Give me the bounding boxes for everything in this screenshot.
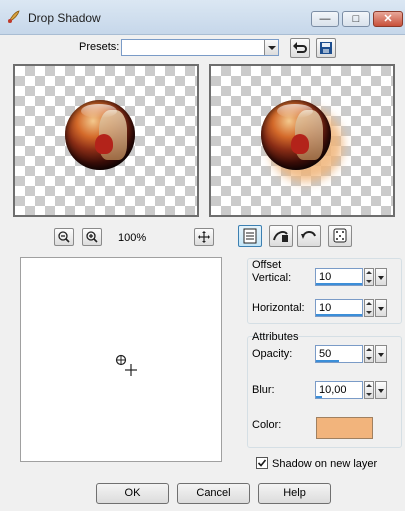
horizontal-label: Horizontal: (252, 302, 305, 314)
color-label: Color: (252, 419, 282, 431)
blur-stepper[interactable]: 10,00 (315, 381, 387, 399)
shadow-on-new-layer-checkbox[interactable] (256, 457, 268, 469)
checkmark-icon (257, 459, 267, 467)
shadowed-image (261, 100, 331, 170)
blur-slider-bar[interactable] (316, 396, 322, 398)
maximize-icon: □ (352, 13, 360, 25)
opacity-stepper[interactable]: 50 (315, 345, 387, 363)
horizontal-stepper[interactable]: 10 (315, 299, 387, 317)
zoom-level: 100% (118, 232, 147, 244)
presets-dropdown[interactable] (121, 39, 279, 56)
save-icon (320, 42, 332, 54)
chevron-down-icon[interactable] (264, 40, 278, 55)
horizontal-spin-icon[interactable] (364, 299, 374, 317)
blur-label: Blur: (252, 384, 275, 396)
blur-spin-icon[interactable] (364, 381, 374, 399)
zoom-in-button[interactable] (82, 228, 102, 246)
offset-crosshair-icon[interactable] (113, 352, 139, 378)
dice-icon (333, 228, 347, 243)
save-preset-button[interactable] (316, 38, 336, 58)
opacity-spin-icon[interactable] (364, 345, 374, 363)
opacity-slider-bar[interactable] (316, 360, 339, 362)
result-preview (209, 64, 395, 217)
zoom-out-button[interactable] (54, 228, 74, 246)
zoom-out-icon (58, 231, 70, 243)
opacity-dropdown-icon[interactable] (375, 345, 387, 363)
shadow-color-swatch[interactable] (316, 417, 373, 439)
vertical-spin-icon[interactable] (364, 268, 374, 286)
vertical-dropdown-icon[interactable] (375, 268, 387, 286)
paint-shop-pro-icon (8, 10, 20, 23)
offset-heading: Offset (252, 259, 282, 271)
reset-preset-button[interactable] (290, 38, 310, 58)
vertical-slider-bar[interactable] (316, 283, 362, 285)
proof-button[interactable] (238, 225, 262, 247)
close-icon: ✕ (383, 13, 393, 25)
vertical-label: Vertical: (252, 272, 292, 284)
ok-button[interactable]: OK (96, 483, 169, 504)
randomize-button[interactable] (328, 225, 352, 247)
move-icon (198, 231, 210, 243)
original-image (65, 100, 135, 170)
auto-proof-button[interactable] (269, 225, 293, 247)
cancel-button[interactable]: Cancel (177, 483, 250, 504)
zoom-in-icon (86, 231, 98, 243)
auto-proof-icon (273, 231, 288, 242)
help-button[interactable]: Help (258, 483, 331, 504)
window-title: Drop Shadow (28, 11, 101, 25)
minimize-icon: — (319, 13, 331, 25)
undo-icon (301, 231, 316, 239)
reset-button[interactable] (297, 225, 321, 247)
shadow-on-new-layer-label[interactable]: Shadow on new layer (272, 458, 377, 470)
horizontal-dropdown-icon[interactable] (375, 299, 387, 317)
navigate-button[interactable] (194, 228, 214, 246)
original-preview[interactable] (13, 64, 199, 217)
blur-input[interactable]: 10,00 (315, 381, 363, 399)
minimize-button[interactable]: — (311, 11, 339, 27)
blur-dropdown-icon[interactable] (375, 381, 387, 399)
vertical-stepper[interactable]: 10 (315, 268, 387, 286)
title-bar: Drop Shadow — □ ✕ (0, 0, 405, 35)
close-button[interactable]: ✕ (373, 11, 403, 27)
attributes-heading: Attributes (252, 331, 299, 343)
horizontal-slider-bar[interactable] (316, 314, 362, 316)
proof-icon (243, 228, 257, 244)
opacity-label: Opacity: (252, 348, 293, 360)
maximize-button[interactable]: □ (342, 11, 370, 27)
reset-arrow-icon (293, 42, 307, 53)
presets-label: Presets: (79, 41, 120, 53)
offset-drag-area[interactable] (20, 257, 222, 462)
